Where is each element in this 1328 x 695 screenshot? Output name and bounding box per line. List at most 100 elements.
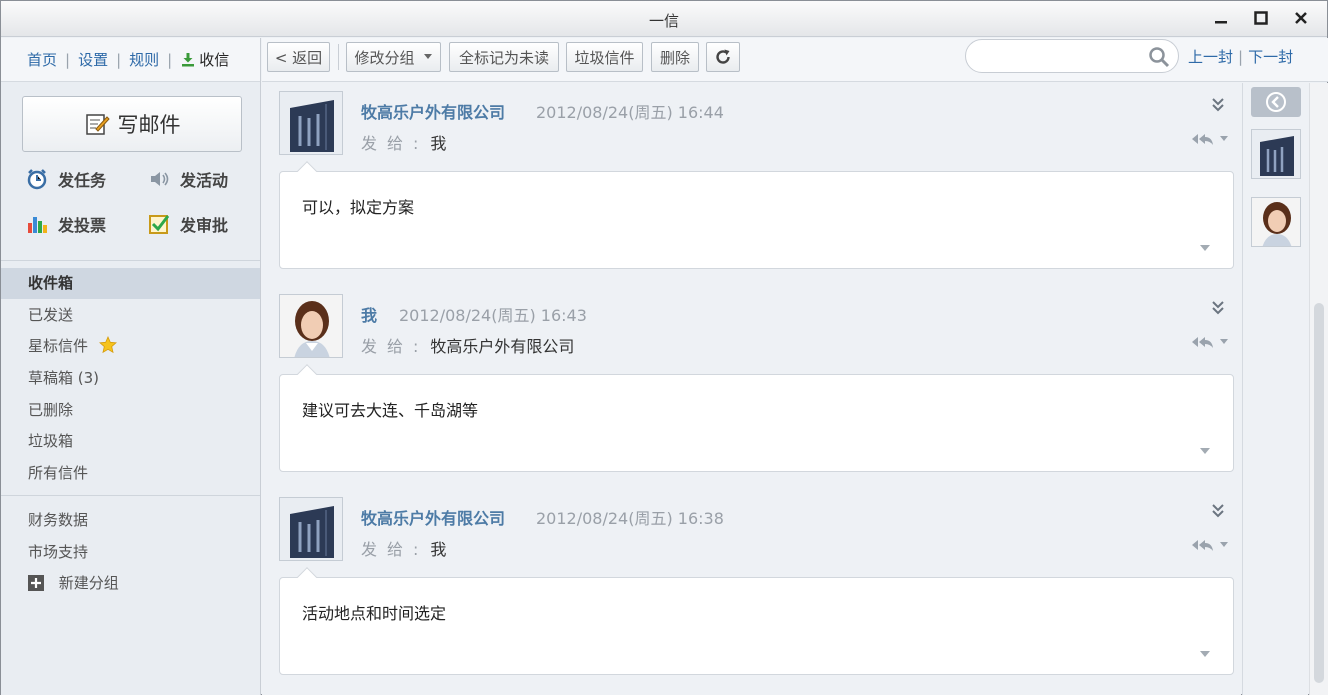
group-marketing[interactable]: 市场支持: [1, 537, 260, 568]
participant-company-avatar[interactable]: [1251, 129, 1301, 179]
nav-settings-link[interactable]: 设置: [78, 49, 108, 70]
person-photo-avatar[interactable]: [279, 294, 343, 358]
new-approval-button[interactable]: 发审批: [148, 212, 228, 236]
person-photo-icon: [1252, 198, 1300, 246]
refresh-button[interactable]: [706, 42, 740, 72]
minimize-icon: [1215, 21, 1227, 24]
sidebar-divider: [1, 495, 260, 496]
message-item: 牧高乐户外有限公司 2012/08/24(周五) 16:38 发给: 我 活动地点…: [262, 489, 1241, 689]
recipient-row: 发给: 牧高乐户外有限公司: [361, 333, 574, 357]
double-chevron-down-icon: [1212, 504, 1224, 518]
message-body: 建议可去大连、千岛湖等: [302, 401, 479, 420]
company-logo-icon: [280, 92, 342, 154]
collapse-strip-button[interactable]: [1251, 87, 1301, 117]
receive-label: 收信: [199, 51, 230, 69]
close-button[interactable]: [1289, 7, 1313, 29]
expand-details-button[interactable]: [1211, 300, 1225, 320]
double-chevron-down-icon: [1212, 98, 1224, 112]
message-date: 2012/08/24(周五) 16:38: [536, 509, 724, 528]
speaker-icon: [151, 172, 169, 186]
folder-label: 草稿箱 (3): [28, 369, 100, 387]
checkbox-icon: [149, 215, 170, 234]
sender-name[interactable]: 我: [361, 302, 377, 326]
folder-inbox[interactable]: 收件箱: [1, 268, 260, 299]
download-icon: [182, 52, 195, 66]
compose-button[interactable]: 写邮件: [22, 96, 242, 152]
group-finance[interactable]: 财务数据: [1, 505, 260, 536]
caret-down-icon[interactable]: [1199, 650, 1211, 658]
message-date: 2012/08/24(周五) 16:44: [536, 103, 724, 122]
recipient-row: 发给: 我: [361, 536, 446, 560]
plus-box-icon: [28, 575, 44, 591]
folder-deleted[interactable]: 已删除: [1, 395, 260, 426]
vertical-scrollbar[interactable]: [1309, 83, 1328, 695]
new-poll-button[interactable]: 发投票: [26, 212, 106, 236]
new-poll-label: 发投票: [58, 216, 107, 235]
to-label: 发给:: [361, 540, 429, 559]
caret-down-icon[interactable]: [1199, 244, 1211, 252]
expand-details-button[interactable]: [1211, 503, 1225, 523]
maximize-icon: [1254, 11, 1268, 25]
back-label: < 返回: [274, 48, 323, 67]
to-label: 发给:: [361, 134, 429, 153]
minimize-button[interactable]: [1209, 7, 1233, 29]
new-group-label: 新建分组: [58, 574, 119, 592]
folder-label: 收件箱: [28, 274, 74, 292]
bar-chart-icon: [28, 217, 47, 233]
new-event-button[interactable]: 发活动: [148, 167, 228, 191]
participant-person-avatar[interactable]: [1251, 197, 1301, 247]
caret-down-icon[interactable]: [1199, 447, 1211, 455]
chevron-down-icon: [1220, 542, 1228, 547]
folder-starred[interactable]: 星标信件: [1, 331, 260, 362]
compose-label: 写邮件: [117, 113, 181, 137]
mark-all-unread-button[interactable]: 全标记为未读: [449, 42, 559, 72]
folder-drafts[interactable]: 草稿箱 (3): [1, 363, 260, 394]
reply-button[interactable]: [1189, 334, 1229, 350]
new-group-button[interactable]: 新建分组: [1, 568, 260, 599]
spam-button[interactable]: 垃圾信件: [566, 42, 643, 72]
message-item: 我 2012/08/24(周五) 16:43 发给: 牧高乐户外有限公司 建议可去…: [262, 286, 1241, 486]
left-sidebar: 首页 | 设置 | 规则 | 收信 写邮件 发任务 发活动 发投票 发审批 收件…: [1, 38, 261, 695]
new-task-button[interactable]: 发任务: [26, 167, 106, 191]
nav-home-link[interactable]: 首页: [27, 49, 57, 70]
message-date: 2012/08/24(周五) 16:43: [399, 306, 587, 325]
folder-label: 已发送: [28, 306, 74, 324]
message-body-card: 活动地点和时间选定: [279, 567, 1234, 675]
receive-mail-button[interactable]: 收信: [180, 49, 229, 70]
recipient-name: 牧高乐户外有限公司: [430, 337, 575, 356]
double-chevron-down-icon: [1212, 301, 1224, 315]
window-title: 一信: [648, 12, 679, 30]
back-button[interactable]: < 返回: [267, 42, 330, 72]
folder-all[interactable]: 所有信件: [1, 458, 260, 489]
search-input[interactable]: [965, 39, 1179, 73]
reply-button[interactable]: [1189, 537, 1229, 553]
folder-spam[interactable]: 垃圾箱: [1, 426, 260, 457]
reply-button[interactable]: [1189, 131, 1229, 147]
pager: 上一封 | 下一封: [1188, 46, 1293, 67]
message-body: 活动地点和时间选定: [302, 604, 447, 623]
nav-rules-link[interactable]: 规则: [129, 49, 159, 70]
folder-sent[interactable]: 已发送: [1, 300, 260, 331]
delete-button[interactable]: 删除: [651, 42, 699, 72]
maximize-button[interactable]: [1249, 7, 1273, 29]
company-logo-avatar[interactable]: [279, 497, 343, 561]
folder-label: 所有信件: [28, 464, 89, 482]
message-body-card: 可以，拟定方案: [279, 161, 1234, 269]
company-logo-avatar[interactable]: [279, 91, 343, 155]
change-group-dropdown[interactable]: 修改分组: [346, 42, 441, 72]
next-message-link[interactable]: 下一封: [1248, 48, 1293, 66]
folder-label: 星标信件: [28, 337, 89, 355]
spam-label: 垃圾信件: [574, 48, 635, 67]
star-icon: [98, 336, 117, 354]
prev-message-link[interactable]: 上一封: [1188, 48, 1233, 66]
alarm-clock-icon: [27, 169, 47, 190]
scrollbar-thumb[interactable]: [1314, 303, 1324, 683]
expand-details-button[interactable]: [1211, 97, 1225, 117]
bubble-pointer: [297, 161, 317, 181]
pager-separator: |: [1238, 48, 1244, 66]
sender-name[interactable]: 牧高乐户外有限公司: [361, 505, 505, 529]
refresh-icon: [716, 49, 730, 64]
new-event-label: 发活动: [180, 171, 229, 190]
new-task-label: 发任务: [58, 171, 107, 190]
sender-name[interactable]: 牧高乐户外有限公司: [361, 99, 505, 123]
